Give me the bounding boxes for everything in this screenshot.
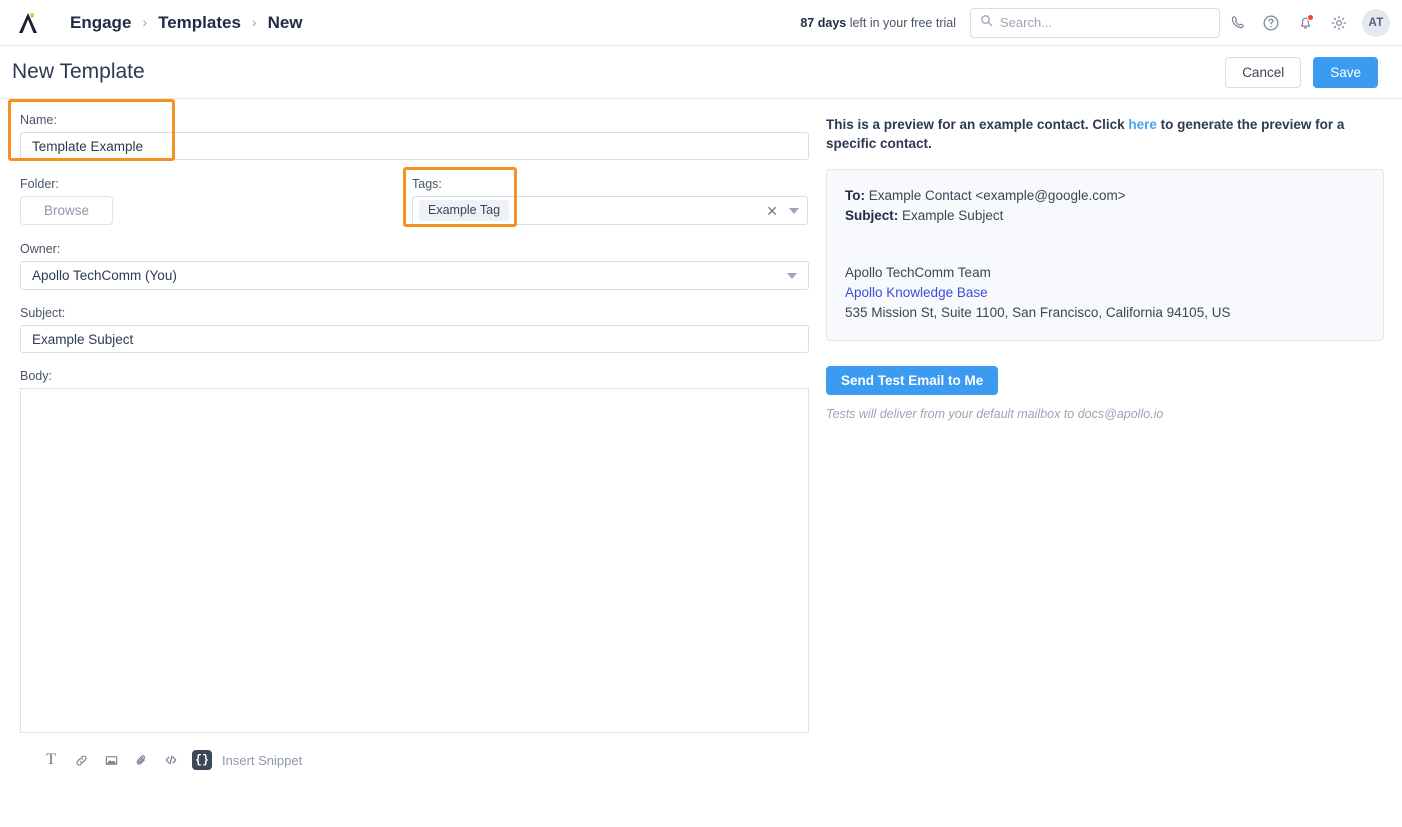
preview-subject-line: Subject: Example Subject bbox=[845, 206, 1365, 226]
send-test-note: Tests will deliver from your default mai… bbox=[826, 407, 1164, 422]
gear-icon[interactable] bbox=[1322, 6, 1356, 40]
subject-input[interactable]: Example Subject bbox=[20, 325, 809, 353]
insert-snippet-label[interactable]: Insert Snippet bbox=[222, 753, 302, 768]
chevron-down-icon[interactable] bbox=[787, 272, 797, 279]
generate-preview-link[interactable]: here bbox=[1128, 117, 1157, 132]
preview-note-before: This is a preview for an example contact… bbox=[826, 117, 1129, 132]
search-input[interactable]: Search... bbox=[970, 7, 1220, 38]
email-preview-card: To: Example Contact <example@google.com>… bbox=[826, 169, 1384, 342]
apollo-logo[interactable] bbox=[14, 9, 42, 37]
avatar[interactable]: AT bbox=[1362, 8, 1390, 37]
name-label: Name: bbox=[20, 113, 57, 127]
folder-tags-row: Folder: Browse Tags: Example Tag ✕ bbox=[20, 177, 808, 225]
notification-badge bbox=[1307, 13, 1314, 21]
field-owner: Owner: Apollo TechComm (You) bbox=[20, 242, 809, 290]
search-icon bbox=[980, 14, 993, 32]
breadcrumb: Engage › Templates › New bbox=[70, 13, 303, 33]
field-tags: Tags: Example Tag ✕ bbox=[412, 177, 808, 225]
preview-panel: This is a preview for an example contact… bbox=[820, 99, 1402, 827]
tags-label: Tags: bbox=[412, 177, 442, 191]
preview-to-value: Example Contact <example@google.com> bbox=[868, 188, 1126, 204]
insert-snippet-icon[interactable]: {} bbox=[192, 750, 212, 770]
preview-spacer bbox=[845, 225, 1365, 263]
owner-label: Owner: bbox=[20, 242, 61, 256]
preview-signature-address: 535 Mission St, Suite 1100, San Francisc… bbox=[845, 304, 1231, 320]
page-content: Name: Template Example Folder: Browse Ta… bbox=[0, 99, 1402, 827]
send-test-email-button[interactable]: Send Test Email to Me bbox=[826, 366, 999, 396]
field-name: Name: Template Example bbox=[20, 113, 809, 160]
preview-to-label: To: bbox=[845, 188, 865, 204]
clear-tags-icon[interactable]: ✕ bbox=[766, 204, 778, 218]
preview-subject-label: Subject: bbox=[845, 207, 899, 223]
attachment-icon[interactable] bbox=[126, 747, 156, 773]
chevron-right-icon: › bbox=[142, 13, 148, 30]
chevron-right-icon: › bbox=[251, 13, 257, 30]
field-subject: Subject: Example Subject bbox=[20, 306, 809, 353]
browse-button[interactable]: Browse bbox=[20, 196, 113, 225]
preview-signature-link[interactable]: Apollo Knowledge Base bbox=[845, 283, 1365, 303]
save-button[interactable]: Save bbox=[1313, 56, 1378, 88]
cancel-button[interactable]: Cancel bbox=[1225, 56, 1302, 88]
owner-selected-value: Apollo TechComm (You) bbox=[32, 268, 177, 283]
breadcrumb-item-new[interactable]: New bbox=[268, 13, 303, 33]
body-label: Body: bbox=[20, 369, 52, 383]
help-circle-icon[interactable] bbox=[1254, 6, 1288, 40]
trial-days-count: 87 days bbox=[800, 15, 847, 30]
body-editor[interactable] bbox=[20, 388, 809, 733]
page-actions: Cancel Save bbox=[1225, 56, 1378, 88]
chevron-down-icon[interactable] bbox=[789, 207, 799, 214]
preview-to-line: To: Example Contact <example@google.com> bbox=[845, 186, 1365, 206]
free-trial-status: 87 days left in your free trial bbox=[800, 16, 956, 30]
editor-toolbar: T {} Insert Snippet bbox=[20, 747, 808, 773]
search-placeholder: Search... bbox=[1000, 15, 1053, 30]
tag-chip[interactable]: Example Tag bbox=[419, 199, 510, 222]
breadcrumb-item-engage[interactable]: Engage bbox=[70, 13, 131, 33]
template-form: Name: Template Example Folder: Browse Ta… bbox=[0, 99, 820, 827]
tags-input[interactable]: Example Tag ✕ bbox=[412, 196, 808, 225]
page-title-bar: New Template Cancel Save bbox=[0, 46, 1402, 99]
folder-label: Folder: bbox=[20, 177, 59, 191]
phone-icon[interactable] bbox=[1220, 6, 1254, 40]
image-icon[interactable] bbox=[96, 747, 126, 773]
tags-controls: ✕ bbox=[766, 204, 799, 218]
breadcrumb-item-templates[interactable]: Templates bbox=[158, 13, 241, 33]
name-input[interactable]: Template Example bbox=[20, 132, 809, 160]
page-title: New Template bbox=[12, 60, 145, 83]
code-icon[interactable] bbox=[156, 747, 186, 773]
link-icon[interactable] bbox=[66, 747, 96, 773]
field-folder: Folder: Browse bbox=[20, 177, 412, 225]
preview-signature-name: Apollo TechComm Team bbox=[845, 265, 991, 281]
preview-note: This is a preview for an example contact… bbox=[826, 115, 1346, 153]
preview-subject-value: Example Subject bbox=[902, 207, 1004, 223]
subject-label: Subject: bbox=[20, 306, 66, 320]
field-body: Body: bbox=[20, 369, 809, 733]
trial-status-text: left in your free trial bbox=[846, 15, 956, 30]
bell-icon[interactable] bbox=[1288, 6, 1322, 40]
text-format-icon[interactable]: T bbox=[36, 747, 66, 773]
top-navigation-actions: 87 days left in your free trial Search..… bbox=[800, 6, 1390, 40]
top-navigation-bar: Engage › Templates › New 87 days left in… bbox=[0, 0, 1402, 46]
owner-select[interactable]: Apollo TechComm (You) bbox=[20, 261, 809, 290]
